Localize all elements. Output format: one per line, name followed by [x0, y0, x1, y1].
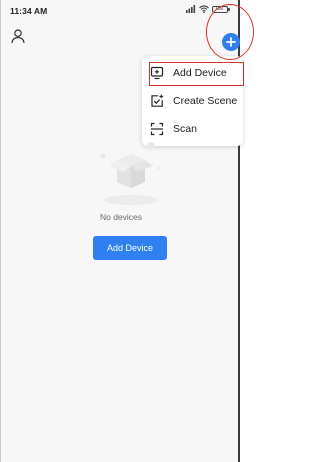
empty-state-message: No devices: [99, 212, 143, 222]
app-screen: 11:34 AM 100 Add Device Create Scene Sca…: [0, 0, 244, 462]
highlight-box: [149, 62, 244, 86]
menu-item-create-scene[interactable]: Create Scene: [142, 87, 243, 115]
wifi-icon: [199, 5, 209, 13]
person-icon[interactable]: [10, 28, 26, 44]
empty-box-icon: [100, 142, 161, 205]
add-device-button[interactable]: Add Device: [93, 236, 167, 260]
status-time: 11:34 AM: [10, 6, 48, 16]
scan-icon: [150, 122, 164, 136]
status-bar: 11:34 AM 100: [1, 0, 238, 22]
create-scene-icon: [151, 94, 164, 107]
highlight-circle: [206, 4, 254, 60]
menu-item-label: Create Scene: [173, 95, 238, 107]
menu-item-label: Scan: [173, 123, 197, 135]
signal-icon: [186, 5, 196, 13]
